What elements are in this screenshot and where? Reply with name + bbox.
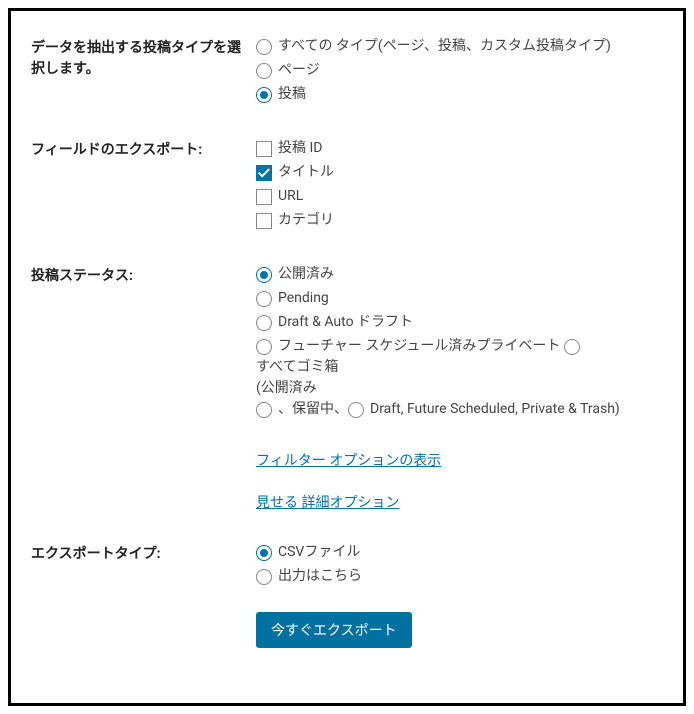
status-trash-label: すべてゴミ箱 — [256, 357, 663, 378]
post-type-all-label[interactable]: すべての タイプ(ページ、投稿、カスタム投稿タイプ) — [278, 36, 611, 57]
status-section: 投稿ステータス: 公開済み Pending Draft & Auto ドラフト … — [31, 264, 663, 420]
fields-section: フィールドのエクスポート: 投稿 ID タイトル URL カテゴリ — [31, 138, 663, 234]
status-note-rest: Draft, Future Scheduled, Private & Trash… — [370, 399, 620, 420]
status-label: 投稿ステータス: — [31, 264, 256, 287]
post-type-all-radio[interactable] — [256, 39, 272, 55]
field-url-checkbox[interactable] — [256, 189, 272, 205]
export-type-output-label[interactable]: 出力はこちら — [278, 566, 362, 587]
status-pending-label[interactable]: Pending — [278, 288, 329, 309]
status-future-radio[interactable] — [256, 339, 272, 355]
filter-options-link[interactable]: フィルター オプションの表示 — [256, 453, 441, 469]
status-published-radio[interactable] — [256, 267, 272, 283]
export-settings-panel: データを抽出する投稿タイプを選択します。 すべての タイプ(ページ、投稿、カスタ… — [8, 8, 686, 706]
status-note-pending: 、保留中、 — [278, 399, 348, 420]
field-title-checkbox[interactable] — [256, 165, 272, 181]
post-type-page-label[interactable]: ページ — [278, 60, 320, 81]
advanced-options-link[interactable]: 見せる 詳細オプション — [256, 495, 399, 511]
post-type-post-radio[interactable] — [256, 87, 272, 103]
status-note-open: (公開済み — [256, 378, 663, 399]
export-type-label: エクスポートタイプ: — [31, 542, 256, 565]
export-type-csv-radio[interactable] — [256, 545, 272, 561]
field-category-checkbox[interactable] — [256, 213, 272, 229]
export-type-csv-label[interactable]: CSVファイル — [278, 542, 360, 563]
field-title-label[interactable]: タイトル — [278, 162, 334, 183]
links-section: フィルター オプションの表示 見せる 詳細オプション — [256, 450, 663, 512]
fields-controls: 投稿 ID タイトル URL カテゴリ — [256, 138, 663, 234]
post-type-section: データを抽出する投稿タイプを選択します。 すべての タイプ(ページ、投稿、カスタ… — [31, 36, 663, 108]
status-controls: 公開済み Pending Draft & Auto ドラフト フューチャー スケ… — [256, 264, 663, 420]
field-category-label[interactable]: カテゴリ — [278, 210, 334, 231]
export-type-controls: CSVファイル 出力はこちら 今すぐエクスポート — [256, 542, 663, 648]
export-now-button[interactable]: 今すぐエクスポート — [256, 612, 412, 648]
status-draft-radio[interactable] — [256, 315, 272, 331]
status-note-radio1[interactable] — [256, 402, 272, 418]
field-url-label[interactable]: URL — [278, 186, 303, 207]
status-draft-label[interactable]: Draft & Auto ドラフト — [278, 312, 413, 333]
export-type-output-radio[interactable] — [256, 569, 272, 585]
status-published-label[interactable]: 公開済み — [278, 264, 334, 285]
fields-label: フィールドのエクスポート: — [31, 138, 256, 161]
status-future-label[interactable]: フューチャー スケジュール済みプライベート — [278, 336, 560, 357]
post-type-post-label[interactable]: 投稿 — [278, 84, 306, 105]
post-type-label: データを抽出する投稿タイプを選択します。 — [31, 36, 256, 80]
post-type-controls: すべての タイプ(ページ、投稿、カスタム投稿タイプ) ページ 投稿 — [256, 36, 663, 108]
export-type-section: エクスポートタイプ: CSVファイル 出力はこちら 今すぐエクスポート — [31, 542, 663, 648]
status-private-radio[interactable] — [564, 339, 580, 355]
status-note-radio2[interactable] — [348, 402, 364, 418]
status-pending-radio[interactable] — [256, 291, 272, 307]
post-type-page-radio[interactable] — [256, 63, 272, 79]
field-postid-label[interactable]: 投稿 ID — [278, 138, 322, 159]
field-postid-checkbox[interactable] — [256, 141, 272, 157]
